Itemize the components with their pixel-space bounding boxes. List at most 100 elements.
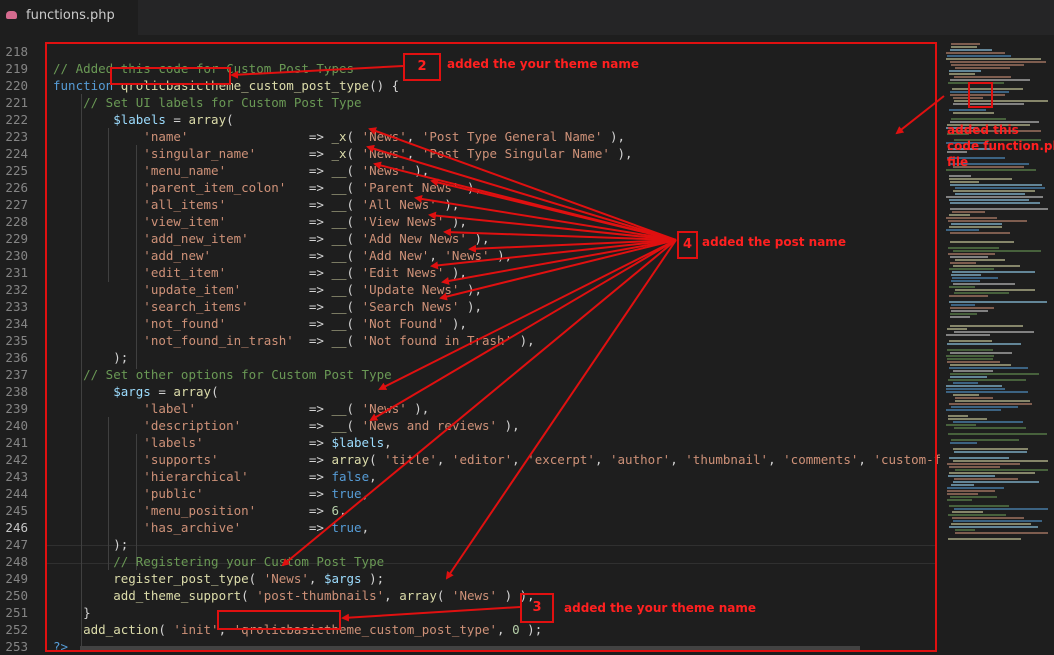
minimap-line (950, 49, 992, 51)
minimap-line (948, 379, 1026, 381)
minimap-line (946, 409, 1001, 411)
minimap-line (951, 304, 975, 306)
minimap-line (951, 274, 981, 276)
minimap-line (953, 250, 1041, 252)
line-number: 236 (5, 350, 28, 365)
minimap-line (948, 220, 1027, 222)
minimap-line (947, 361, 1000, 363)
minimap-line (950, 364, 1011, 366)
annotation-1-line-2: code function.ph (947, 139, 1054, 153)
minimap-line (951, 310, 988, 312)
minimap-line (946, 424, 976, 426)
minimap-line (948, 433, 1047, 435)
line-number: 242 (5, 452, 28, 467)
minimap-line (950, 313, 977, 315)
minimap-line (949, 73, 975, 75)
minimap-line (946, 58, 1041, 60)
minimap-line (954, 76, 1011, 78)
line-number: 230 (5, 248, 28, 263)
minimap-line (946, 229, 979, 231)
minimap-line (948, 247, 999, 249)
minimap-line (955, 532, 1048, 534)
minimap-line (946, 52, 1005, 54)
minimap-line (949, 466, 1000, 468)
minimap-line (955, 259, 1005, 261)
line-number: 253 (5, 639, 28, 654)
minimap-line (949, 301, 1047, 303)
line-number: 246 (5, 520, 28, 535)
minimap-line (949, 295, 988, 297)
line-number: 232 (5, 282, 28, 297)
minimap-line (953, 190, 1035, 192)
minimap-line (954, 508, 1048, 510)
minimap-line (954, 478, 1018, 480)
line-number: 224 (5, 146, 28, 161)
minimap-line (954, 427, 1026, 429)
line-number: 226 (5, 180, 28, 195)
minimap-line (949, 403, 1032, 405)
minimap-line (950, 373, 1039, 375)
line-number: 234 (5, 316, 28, 331)
minimap-line (947, 343, 1021, 345)
minimap-line (949, 268, 994, 270)
minimap-line (952, 277, 998, 279)
minimap-line (950, 352, 1012, 354)
minimap-line (949, 214, 970, 216)
line-number: 223 (5, 129, 28, 144)
tab-functions-php[interactable]: functions.php (0, 0, 138, 35)
minimap-line (953, 265, 1020, 267)
php-elephant-icon (6, 11, 17, 19)
minimap-line (951, 406, 1018, 408)
minimap-line (946, 217, 997, 219)
minimap-line (952, 271, 1035, 273)
line-number: 250 (5, 588, 28, 603)
minimap-line (949, 367, 1028, 369)
minimap-line (949, 199, 1029, 201)
line-number: 252 (5, 622, 28, 637)
theme-name-highlight-220 (110, 67, 231, 85)
minimap-line (951, 64, 1024, 66)
code-highlight-box (45, 42, 937, 652)
minimap-line (949, 526, 1038, 528)
minimap-line (953, 460, 1048, 462)
minimap-line (953, 370, 993, 372)
minimap-line (949, 226, 1002, 228)
minimap-line (951, 280, 980, 282)
minimap-line (953, 448, 1028, 450)
minimap-line (954, 331, 1034, 333)
line-number: 238 (5, 384, 28, 399)
minimap-line (946, 388, 1005, 390)
line-number: 237 (5, 367, 28, 382)
minimap-line (949, 70, 981, 72)
minimap-line (947, 487, 1004, 489)
minimap-line (948, 253, 995, 255)
minimap-line (950, 496, 997, 498)
minimap-line (951, 484, 974, 486)
minimap-line (950, 184, 1042, 186)
minimap-line (950, 181, 979, 183)
annotation-3-text: added the your theme name (564, 601, 757, 615)
minimap-line (948, 538, 1021, 540)
annotation-4-number: 4 (677, 231, 698, 259)
minimap-line (953, 421, 1023, 423)
line-number: 239 (5, 401, 28, 416)
minimap-line (955, 193, 1025, 195)
minimap-line (946, 385, 1002, 387)
line-number: 219 (5, 61, 28, 76)
minimap-line (953, 520, 1042, 522)
minimap-line (947, 463, 1020, 465)
line-number: 251 (5, 605, 28, 620)
minimap-line (951, 523, 1031, 525)
minimap-line (947, 349, 993, 351)
line-number: 244 (5, 486, 28, 501)
tab-bar: functions.php (0, 0, 1054, 35)
minimap-line (951, 43, 980, 45)
minimap-line (955, 400, 1030, 402)
minimap-line (950, 307, 994, 309)
minimap-line (953, 394, 979, 396)
minimap-line (949, 178, 1012, 180)
minimap-line (946, 334, 990, 336)
minimap-line (950, 316, 970, 318)
minimap-line (948, 514, 1006, 516)
line-number: 225 (5, 163, 28, 178)
